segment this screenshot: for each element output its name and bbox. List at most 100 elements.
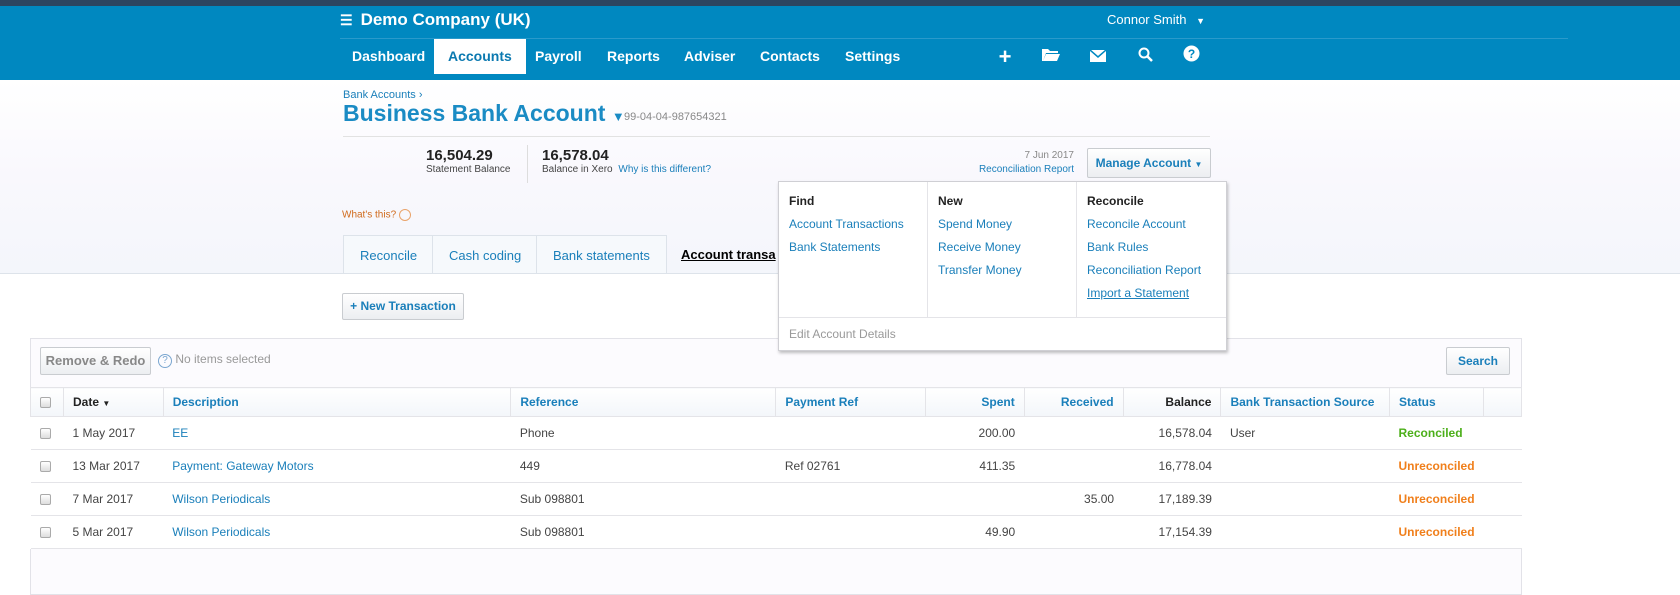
folder-icon[interactable]	[1038, 44, 1064, 70]
statement-balance-value: 16,504.29	[426, 147, 493, 164]
help-circle-icon[interactable]: ?	[158, 354, 172, 368]
col-date-label: Date	[72, 395, 99, 409]
menu-transfer-money[interactable]: Transfer Money	[938, 263, 1066, 277]
transactions-table: Date ▼ Description Reference Payment Ref…	[30, 387, 1522, 549]
cell-payment-ref: Ref 02761	[775, 449, 926, 483]
cell-received	[1024, 416, 1124, 450]
menu-spend-money[interactable]: Spend Money	[938, 217, 1066, 231]
cell-date: 7 Mar 2017	[63, 482, 164, 516]
cell-description[interactable]: Wilson Periodicals	[163, 482, 511, 516]
xero-balance: 16,578.04 Balance in Xero Why is this dif…	[542, 147, 711, 175]
tab-account-transactions[interactable]: Account transa	[665, 235, 792, 274]
remove-redo-button[interactable]: Remove & Redo	[40, 347, 151, 375]
col-payment-ref[interactable]: Payment Ref	[775, 387, 926, 417]
cell-balance: 17,189.39	[1123, 482, 1221, 516]
menu-receive-money[interactable]: Receive Money	[938, 240, 1066, 254]
page-title: Business Bank Account	[343, 100, 606, 126]
col-reference[interactable]: Reference	[510, 387, 777, 417]
manage-account-dropdown: Find Account Transactions Bank Statement…	[778, 181, 1227, 351]
cell-balance: 17,154.39	[1123, 515, 1221, 549]
table-row[interactable]: 7 Mar 2017 Wilson Periodicals Sub 098801 35…	[30, 482, 1522, 516]
plus-icon[interactable]: +	[992, 44, 1018, 70]
reconciliation-date: 7 Jun 2017	[1024, 150, 1075, 161]
balance-separator	[527, 145, 528, 183]
col-spent[interactable]: Spent	[924, 387, 1025, 417]
user-menu[interactable]: Connor Smith ▼	[1107, 12, 1205, 27]
cell-date: 5 Mar 2017	[63, 515, 164, 549]
dropdown-reconcile-section: Reconcile Reconcile Account Bank Rules R…	[1077, 182, 1227, 317]
cell-source	[1220, 482, 1390, 516]
table-row[interactable]: 1 May 2017 EE Phone 200.00 16,578.04 User Reco…	[30, 416, 1522, 450]
reconciliation-report-link[interactable]: Reconciliation Report	[960, 164, 1074, 175]
cell-reference: 449	[510, 449, 776, 483]
nav-dashboard[interactable]: Dashboard	[338, 39, 439, 74]
select-all-checkbox[interactable]	[30, 387, 64, 417]
mail-icon[interactable]	[1085, 44, 1111, 70]
help-icon[interactable]: ?	[1178, 44, 1204, 70]
table-row[interactable]: 13 Mar 2017 Payment: Gateway Motors 449 Ref…	[30, 449, 1522, 483]
cell-status: Unreconciled	[1389, 515, 1484, 549]
menu-reconciliation-report[interactable]: Reconciliation Report	[1087, 263, 1217, 277]
cell-balance: 16,778.04	[1123, 449, 1221, 483]
new-heading: New	[938, 194, 963, 208]
row-checkbox[interactable]	[30, 416, 64, 450]
search-icon[interactable]	[1132, 44, 1158, 70]
cell-payment-ref	[775, 515, 926, 549]
cell-description[interactable]: Payment: Gateway Motors	[163, 449, 511, 483]
company-switcher[interactable]: ☰ Demo Company (UK)	[340, 10, 531, 30]
cell-spent: 411.35	[925, 449, 1025, 483]
whats-this-link[interactable]: What's this?	[342, 209, 411, 221]
nav-accounts[interactable]: Accounts	[434, 39, 526, 74]
tab-cash-coding[interactable]: Cash coding	[432, 235, 539, 274]
cell-date: 1 May 2017	[63, 416, 164, 450]
nav-contacts[interactable]: Contacts	[746, 39, 834, 74]
cell-source: User	[1220, 416, 1390, 450]
menu-bank-statements[interactable]: Bank Statements	[789, 240, 917, 254]
menu-import-statement[interactable]: Import a Statement	[1087, 286, 1217, 300]
col-received[interactable]: Received	[1023, 387, 1124, 417]
tab-bank-statements[interactable]: Bank statements	[536, 235, 667, 274]
nav-settings[interactable]: Settings	[831, 39, 914, 74]
manage-account-button[interactable]: Manage Account ▼	[1087, 148, 1211, 178]
cell-reference: Sub 098801	[510, 515, 776, 549]
row-checkbox[interactable]	[30, 515, 64, 549]
table-header-row: Date ▼ Description Reference Payment Ref…	[30, 387, 1522, 417]
cell-reference: Sub 098801	[510, 482, 776, 516]
col-status[interactable]: Status	[1389, 387, 1485, 417]
account-title[interactable]: Business Bank Account ▼	[343, 100, 625, 127]
cell-status: Reconciled	[1389, 416, 1484, 450]
company-name: Demo Company (UK)	[360, 10, 531, 29]
statement-balance-label: Statement Balance	[426, 164, 511, 175]
caret-down-icon: ▼	[611, 109, 625, 124]
cell-description[interactable]: EE	[163, 416, 511, 450]
search-button[interactable]: Search	[1446, 347, 1510, 375]
cell-source	[1220, 449, 1390, 483]
nav-adviser[interactable]: Adviser	[670, 39, 749, 74]
row-checkbox[interactable]	[30, 482, 64, 516]
dropdown-divider	[779, 317, 1226, 318]
selection-status: ? No items selected	[158, 352, 271, 368]
menu-edit-account-details[interactable]: Edit Account Details	[789, 327, 896, 341]
account-number: 99-04-04-987654321	[624, 111, 727, 123]
menu-bank-rules[interactable]: Bank Rules	[1087, 240, 1217, 254]
tab-reconcile[interactable]: Reconcile	[343, 235, 435, 274]
table-row[interactable]: 5 Mar 2017 Wilson Periodicals Sub 098801 49…	[30, 515, 1522, 549]
col-date[interactable]: Date ▼	[62, 387, 164, 417]
col-description[interactable]: Description	[162, 387, 512, 417]
svg-text:?: ?	[1187, 47, 1194, 61]
cell-description[interactable]: Wilson Periodicals	[163, 515, 511, 549]
nav-payroll[interactable]: Payroll	[521, 39, 596, 74]
col-source[interactable]: Bank Transaction Source	[1220, 387, 1391, 417]
cell-received: 35.00	[1024, 482, 1124, 516]
cell-status: Unreconciled	[1389, 482, 1484, 516]
why-different-link[interactable]: Why is this different?	[618, 164, 711, 175]
cell-source	[1220, 515, 1390, 549]
nav-reports[interactable]: Reports	[593, 39, 674, 74]
new-transaction-button[interactable]: + New Transaction	[342, 293, 464, 320]
menu-reconcile-account[interactable]: Reconcile Account	[1087, 217, 1217, 231]
row-checkbox[interactable]	[30, 449, 64, 483]
caret-down-icon: ▼	[1194, 160, 1203, 169]
cell-balance: 16,578.04	[1123, 416, 1221, 450]
cell-received	[1024, 449, 1124, 483]
menu-account-transactions[interactable]: Account Transactions	[789, 217, 917, 231]
